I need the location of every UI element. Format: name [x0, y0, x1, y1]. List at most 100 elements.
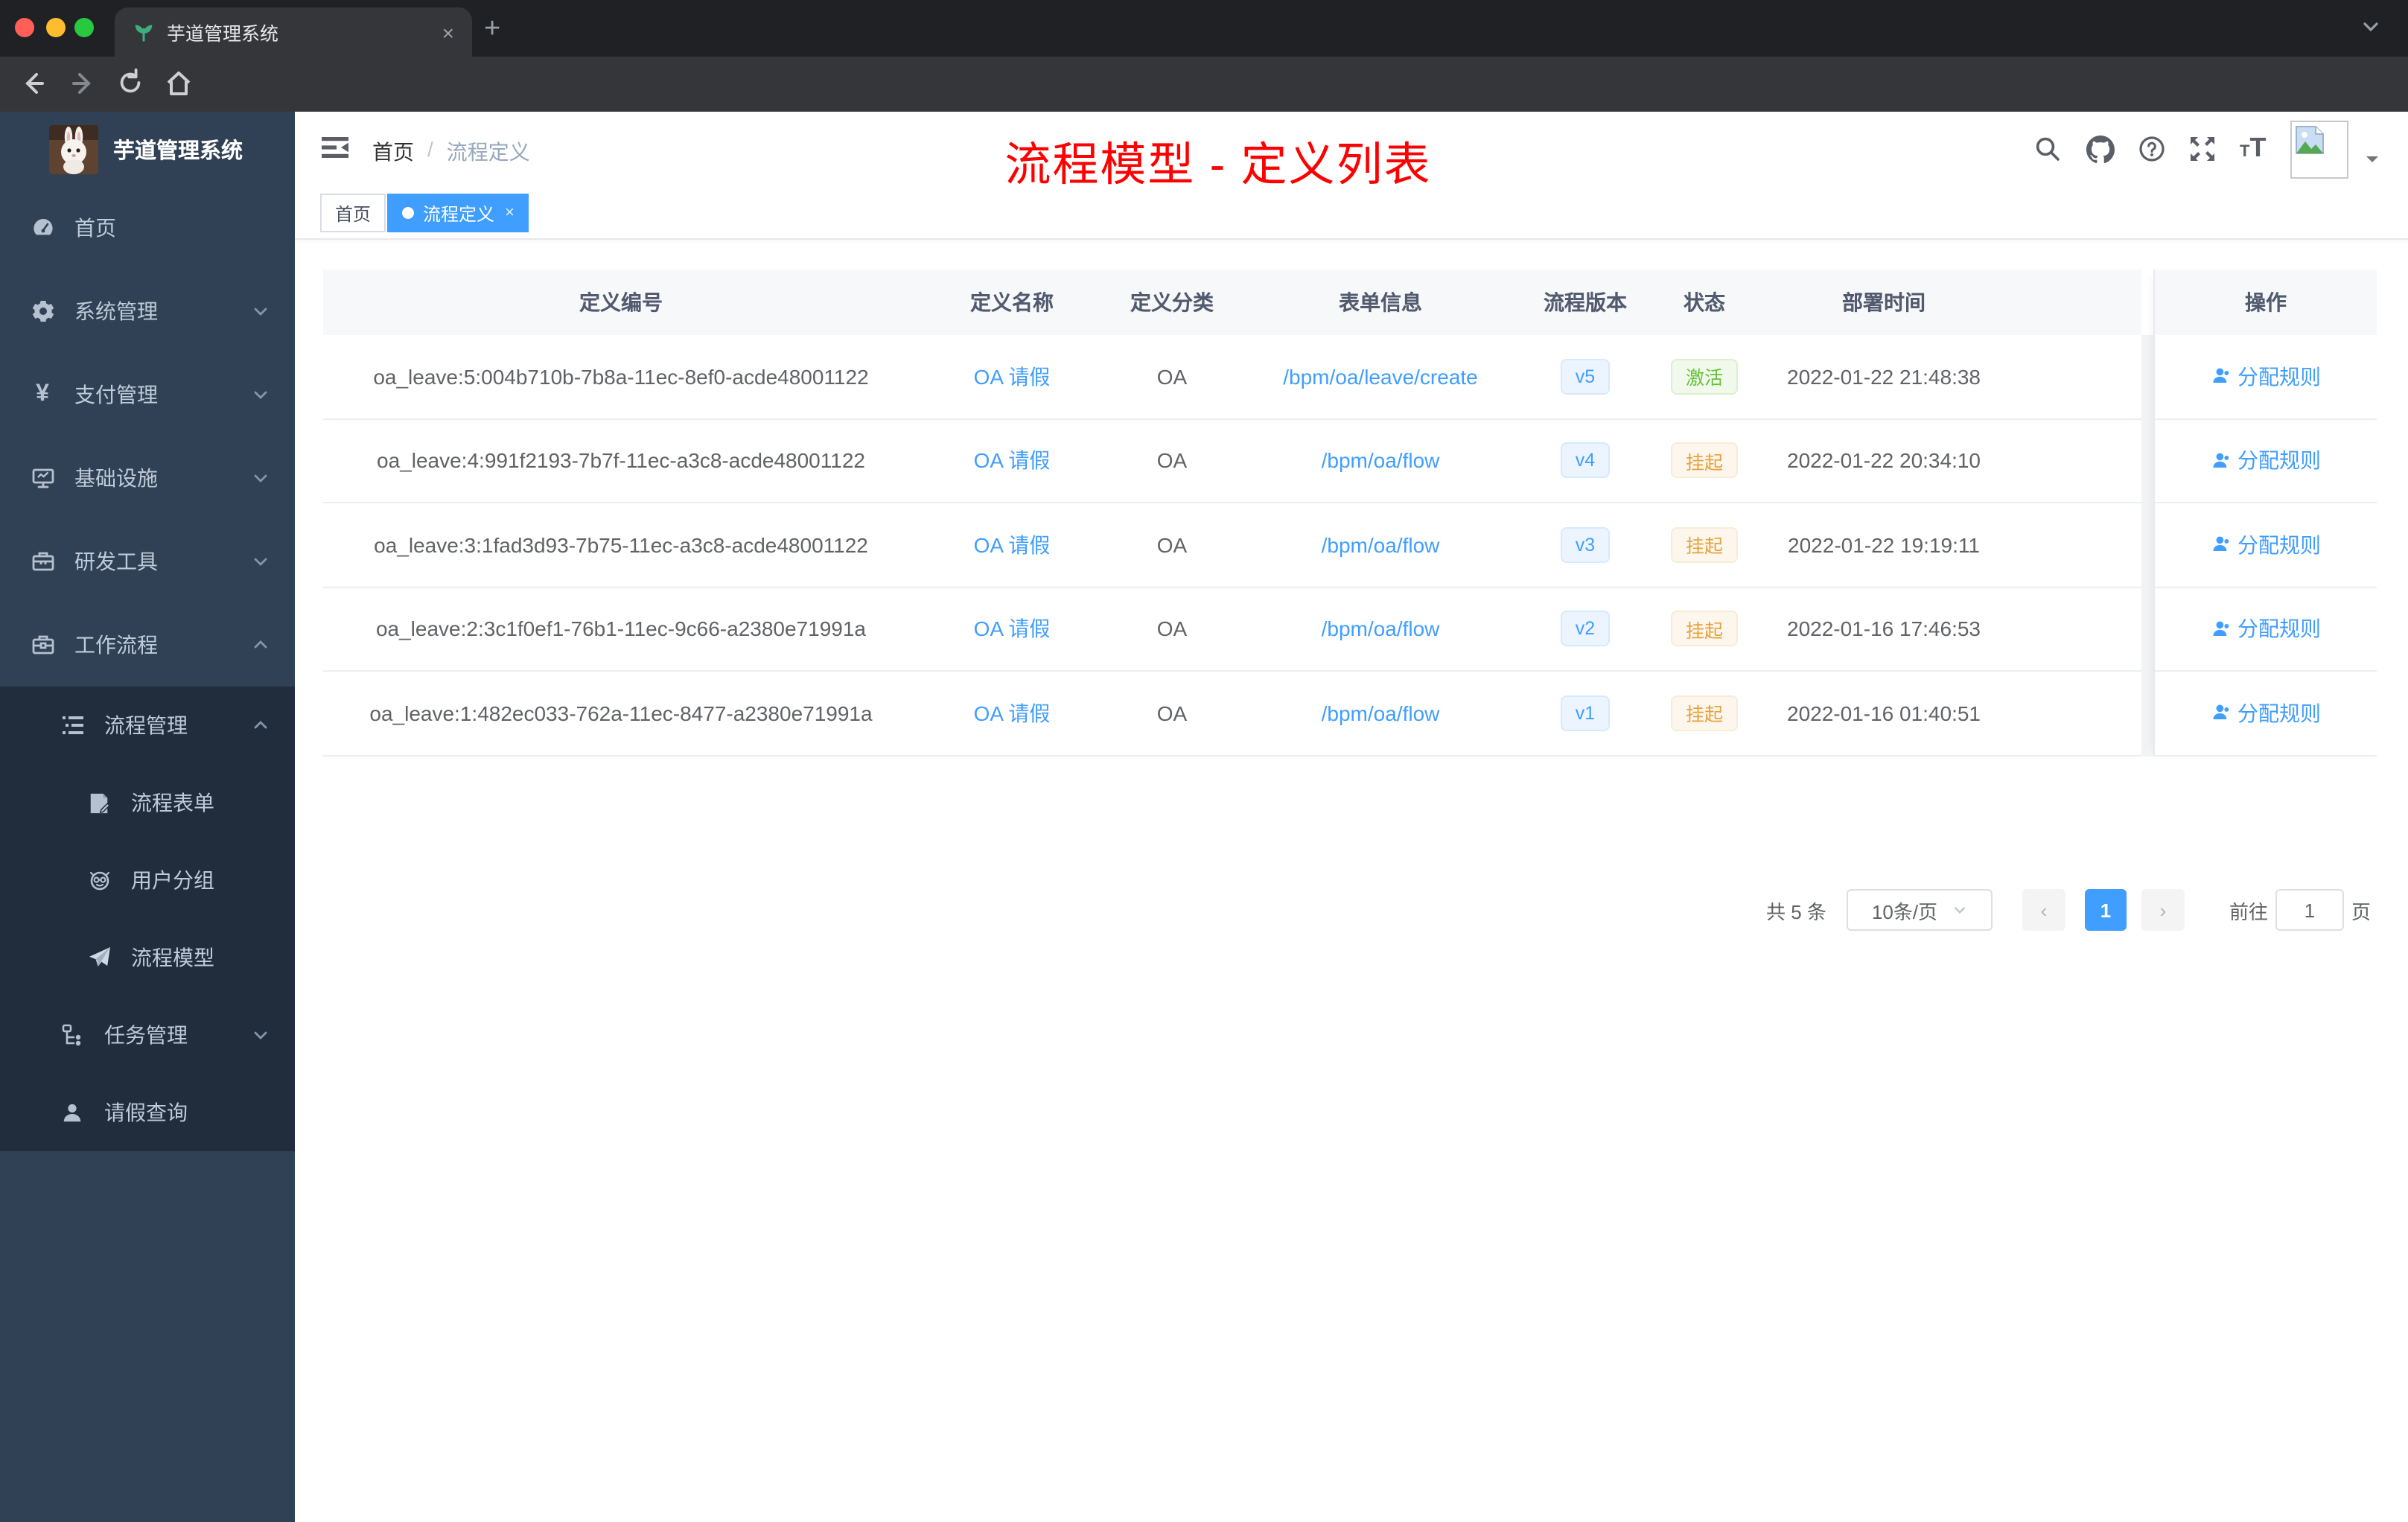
sidebar-item-home[interactable]: 首页 — [0, 185, 295, 269]
form-info-link[interactable]: /bpm/oa/flow — [1322, 449, 1440, 473]
form-info-link[interactable]: /bpm/oa/leave/create — [1283, 365, 1478, 389]
definition-name-link[interactable]: OA 请假 — [974, 614, 1051, 644]
cell-category: OA — [1156, 617, 1188, 641]
column-header-operation: 操作 — [2155, 270, 2377, 335]
page-unit-label: 页 — [2351, 900, 2372, 923]
table-row: oa_leave:3:1fad3d93-7b75-11ec-a3c8-acde4… — [323, 503, 2141, 588]
task-tree-icon — [60, 1023, 85, 1047]
sidebar-item-label: 工作流程 — [74, 633, 158, 657]
assign-rule-button[interactable]: 分配规则 — [2155, 335, 2377, 419]
sidebar-item-label: 流程表单 — [131, 791, 214, 815]
sidebar-item-label: 任务管理 — [104, 1023, 188, 1047]
column-header-name: 定义名称 — [970, 290, 1054, 314]
window-close-button[interactable] — [15, 18, 34, 37]
app-logo[interactable]: 芋道管理系统 — [0, 112, 295, 186]
status-badge: 挂起 — [1670, 695, 1738, 731]
chevron-down-icon — [252, 1026, 270, 1044]
cell-category: OA — [1156, 364, 1188, 389]
search-icon[interactable] — [2034, 136, 2061, 170]
sidebar-item-process-mgmt[interactable]: 流程管理 — [0, 687, 295, 764]
column-header-deploy-time: 部署时间 — [1842, 290, 1926, 314]
breadcrumb: 首页 / 流程定义 — [372, 137, 530, 167]
screen: 芋道管理系统 × + 不安全 | dashboard.yudao.iocoder… — [0, 0, 2408, 1522]
version-badge: v4 — [1560, 442, 1611, 479]
back-icon[interactable] — [18, 69, 48, 106]
next-page-button[interactable]: › — [2141, 889, 2185, 931]
tab-search-chevron-icon[interactable] — [2360, 16, 2381, 45]
user-icon — [60, 1101, 85, 1124]
paper-plane-icon — [86, 946, 112, 969]
forward-icon[interactable] — [69, 69, 98, 106]
form-info-link[interactable]: /bpm/oa/flow — [1322, 533, 1440, 557]
font-size-icon[interactable]: TT — [2240, 133, 2266, 164]
browser-tab-strip: 芋道管理系统 × + — [0, 0, 2408, 57]
assign-rule-label: 分配规则 — [2237, 448, 2321, 473]
cell-deploy-time: 2022-01-22 20:34:10 — [1787, 448, 1981, 473]
assign-rule-button[interactable]: 分配规则 — [2155, 672, 2377, 756]
column-header-status: 状态 — [1684, 290, 1725, 314]
avatar-caret-down-icon[interactable] — [2365, 147, 2380, 174]
definition-name-link[interactable]: OA 请假 — [974, 530, 1051, 560]
page-size-select[interactable]: 10条/页 — [1847, 889, 1993, 931]
sidebar-item-infra[interactable]: 基础设施 — [0, 436, 295, 520]
sidebar-item-leave-query[interactable]: 请假查询 — [0, 1074, 295, 1151]
table-gutter — [2141, 335, 2153, 756]
sidebar-item-system[interactable]: 系统管理 — [0, 270, 295, 353]
status-badge: 挂起 — [1670, 611, 1738, 647]
cell-definition-id: oa_leave:2:3c1f0ef1-76b1-11ec-9c66-a2380… — [375, 617, 866, 641]
table-row: oa_leave:1:482ec033-762a-11ec-8477-a2380… — [323, 672, 2141, 756]
avatar[interactable] — [2290, 121, 2348, 179]
tag-process-definition[interactable]: 流程定义 × — [387, 194, 529, 232]
assign-rule-button[interactable]: 分配规则 — [2155, 419, 2377, 503]
sidebar-item-payment[interactable]: ¥ 支付管理 — [0, 353, 295, 436]
github-icon[interactable] — [2086, 136, 2115, 171]
version-badge: v5 — [1560, 358, 1611, 395]
sidebar-item-label: 用户分组 — [131, 868, 214, 892]
form-info-link[interactable]: /bpm/oa/flow — [1322, 617, 1440, 641]
prev-page-button[interactable]: ‹ — [2022, 889, 2065, 931]
sidebar-item-label: 流程管理 — [104, 713, 188, 737]
sidebar-item-process-model[interactable]: 流程模型 — [0, 919, 295, 996]
briefcase-icon — [30, 633, 55, 657]
new-tab-button[interactable]: + — [484, 13, 500, 46]
tag-home[interactable]: 首页 — [320, 194, 386, 232]
list-tree-icon — [60, 713, 85, 737]
sidebar-item-workflow[interactable]: 工作流程 — [0, 603, 295, 687]
cell-category: OA — [1156, 532, 1188, 557]
definition-name-link[interactable]: OA 请假 — [974, 446, 1051, 476]
breadcrumb-current: 流程定义 — [446, 140, 530, 164]
browser-tab[interactable]: 芋道管理系统 × — [115, 7, 472, 57]
cell-definition-id: oa_leave:5:004b710b-7b8a-11ec-8ef0-acde4… — [373, 364, 869, 389]
app-header: 首页 / 流程定义 流程模型 - 定义列表 TT — [295, 112, 2408, 191]
sidebar-item-label: 系统管理 — [74, 299, 158, 323]
column-header-version: 流程版本 — [1544, 290, 1627, 314]
tag-close-icon[interactable]: × — [505, 204, 515, 222]
assign-rule-label: 分配规则 — [2237, 532, 2321, 557]
assign-rule-button[interactable]: 分配规则 — [2155, 588, 2377, 672]
page-title-annotation: 流程模型 - 定义列表 — [1004, 138, 1432, 191]
window-minimize-button[interactable] — [45, 18, 65, 37]
current-page-button[interactable]: 1 — [2085, 889, 2127, 931]
sidebar-item-process-form[interactable]: 流程表单 — [0, 764, 295, 841]
form-info-link[interactable]: /bpm/oa/flow — [1322, 701, 1440, 725]
help-icon[interactable] — [2138, 136, 2165, 170]
sidebar-item-task-mgmt[interactable]: 任务管理 — [0, 996, 295, 1074]
chevron-down-icon — [252, 469, 270, 487]
definition-name-link[interactable]: OA 请假 — [974, 362, 1051, 392]
cell-deploy-time: 2022-01-22 21:48:38 — [1787, 364, 1981, 389]
reload-icon[interactable] — [116, 69, 144, 104]
home-icon[interactable] — [164, 69, 194, 106]
sidebar-item-user-group[interactable]: 用户分组 — [0, 841, 295, 919]
goto-page-input[interactable]: 1 — [2275, 889, 2344, 931]
fullscreen-icon[interactable] — [2189, 136, 2216, 170]
tab-close-icon[interactable]: × — [442, 20, 454, 44]
window-zoom-button[interactable] — [74, 18, 94, 37]
assign-rule-button[interactable]: 分配规则 — [2155, 503, 2377, 588]
chevron-down-icon — [252, 386, 270, 404]
sidebar-collapse-icon[interactable] — [320, 133, 350, 170]
breadcrumb-home[interactable]: 首页 — [372, 137, 414, 167]
monitor-icon — [30, 466, 55, 490]
definition-name-link[interactable]: OA 请假 — [974, 698, 1051, 728]
tag-label: 流程定义 — [423, 203, 495, 224]
sidebar-item-devtools[interactable]: 研发工具 — [0, 520, 295, 603]
